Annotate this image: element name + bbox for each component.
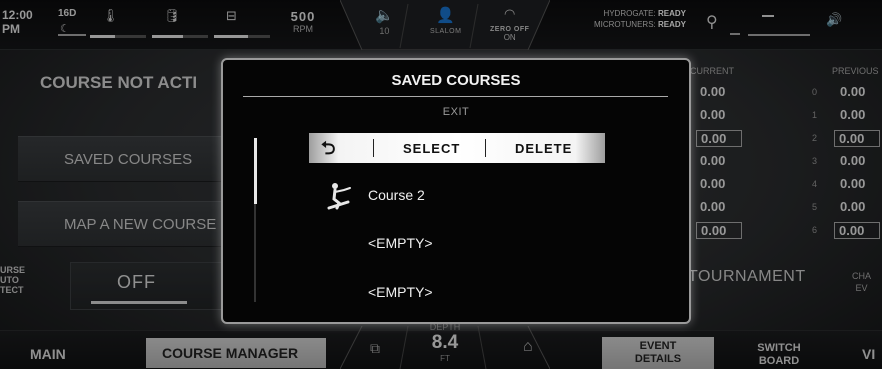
back-arrow-icon[interactable]: ⮌ [321,136,336,166]
action-separator [373,139,374,157]
boat-display: 12:00 PM 16D ☾ 🌡 🛢 ⊟ 500 RPM 🔈 10 👤 SLAL… [0,0,882,369]
dialog-title: SAVED COURSES [391,72,521,89]
course-action-bar: ⮌ SELECT DELETE [309,133,605,163]
scrollbar-thumb[interactable] [254,138,257,204]
course-list-item[interactable]: <EMPTY> [368,235,433,251]
exit-button[interactable]: EXIT [223,106,689,118]
title-divider [243,96,668,97]
course-list-item[interactable]: Course 2 [368,187,425,203]
course-list-item[interactable]: <EMPTY> [368,284,433,300]
skier-icon [327,183,351,210]
saved-courses-dialog: SAVED COURSES EXIT ⮌ SELECT DELETE Cours… [221,58,691,324]
select-button[interactable]: SELECT [403,141,460,156]
action-separator [485,139,486,157]
delete-button[interactable]: DELETE [515,141,572,156]
